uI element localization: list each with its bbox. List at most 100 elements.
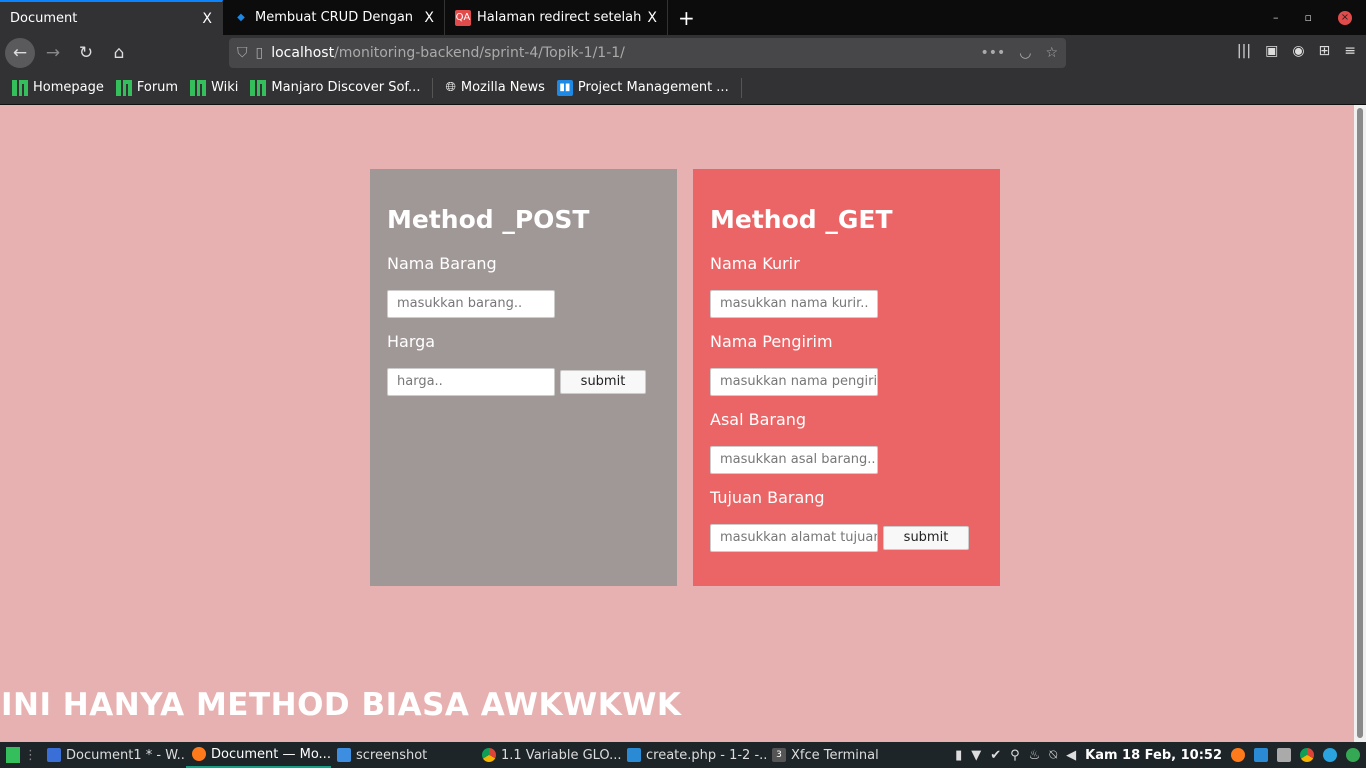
get-form-title: Method _GET bbox=[710, 205, 893, 234]
flame-icon[interactable]: ♨ bbox=[1029, 748, 1041, 763]
nama-barang-input[interactable]: masukkan barang.. bbox=[387, 290, 555, 318]
download-icon[interactable] bbox=[1277, 748, 1291, 762]
nama-pengirim-input[interactable]: masukkan nama pengirim bbox=[710, 368, 878, 396]
task-screenshot[interactable]: screenshot bbox=[331, 742, 476, 768]
star-icon[interactable]: ☆ bbox=[1045, 45, 1058, 61]
bookmark-separator bbox=[432, 77, 434, 98]
app-launcher-icon[interactable] bbox=[1346, 748, 1360, 762]
task-chrome[interactable]: 1.1 Variable GLO... bbox=[476, 742, 621, 768]
close-icon[interactable]: X bbox=[647, 10, 657, 26]
tujuan-barang-label: Tujuan Barang bbox=[710, 488, 825, 507]
manjaro-icon bbox=[190, 79, 207, 96]
more-icon[interactable]: ••• bbox=[980, 45, 1005, 61]
volume-icon[interactable]: ◀ bbox=[1066, 748, 1076, 763]
minimize-icon[interactable]: – bbox=[1273, 11, 1279, 24]
forward-button[interactable]: → bbox=[38, 38, 68, 68]
manjaro-icon bbox=[12, 79, 28, 96]
clip-icon[interactable]: ⚲ bbox=[1010, 748, 1020, 763]
globe-icon: 🌐︎ bbox=[445, 80, 456, 95]
window-controls: – ▫ × bbox=[1273, 0, 1366, 35]
firefox-launcher-icon[interactable] bbox=[1231, 748, 1245, 762]
task-label: Document — Mo... bbox=[211, 746, 331, 762]
close-icon[interactable]: X bbox=[424, 10, 434, 26]
asal-barang-label: Asal Barang bbox=[710, 410, 807, 429]
taskbar: ⋮ Document1 * - W... Document — Mo... sc… bbox=[0, 742, 1366, 768]
code-icon: ◆ bbox=[237, 11, 245, 23]
url-host: localhost bbox=[271, 45, 335, 61]
nav-bar: ← → ↻ ⌂ ⛉ ▯ localhost/monitoring-backend… bbox=[0, 35, 1366, 71]
bookmark-wiki[interactable]: Wiki bbox=[190, 79, 238, 96]
tab-bar: Document X ◆ Membuat CRUD Dengan P X QA Hala… bbox=[0, 0, 1366, 35]
task-label: Xfce Terminal bbox=[791, 747, 879, 763]
bookmark-mozilla-news[interactable]: 🌐︎ Mozilla News bbox=[445, 80, 544, 95]
shield-icon: ⛉ bbox=[237, 45, 248, 61]
extensions-icon[interactable]: ⊞ bbox=[1319, 43, 1331, 59]
harga-input[interactable]: harga.. bbox=[387, 368, 555, 396]
vscode-launcher-icon[interactable] bbox=[1254, 748, 1268, 762]
bookmark-separator bbox=[740, 77, 742, 98]
battery-icon[interactable]: ▮ bbox=[955, 748, 962, 763]
wifi-icon[interactable]: ▼ bbox=[971, 748, 981, 763]
menu-icon[interactable]: ≡ bbox=[1344, 43, 1356, 59]
task-vscode[interactable]: create.php - 1-2 -... bbox=[621, 742, 766, 768]
tujuan-barang-input[interactable]: masukkan alamat tujuan bbox=[710, 524, 878, 552]
back-button[interactable]: ← bbox=[5, 38, 35, 68]
library-icon[interactable]: ||| bbox=[1237, 43, 1251, 59]
notifications-off-icon[interactable]: ⍉ bbox=[1049, 748, 1057, 763]
bookmarks-bar: Homepage Forum Wiki Manjaro Discover Sof… bbox=[0, 71, 1366, 105]
reload-button[interactable]: ↻ bbox=[71, 38, 101, 68]
scrollbar[interactable] bbox=[1354, 105, 1366, 742]
get-submit-button[interactable]: submit bbox=[883, 526, 969, 550]
page-icon: ▯ bbox=[255, 45, 264, 61]
close-window-icon[interactable]: × bbox=[1338, 10, 1352, 25]
nama-kurir-input[interactable]: masukkan nama kurir.. bbox=[710, 290, 878, 318]
task-label: 1.1 Variable GLO... bbox=[501, 747, 621, 763]
close-icon[interactable]: X bbox=[202, 11, 212, 27]
clock[interactable]: Kam 18 Feb, 10:52 bbox=[1085, 748, 1222, 763]
post-form-title: Method _POST bbox=[387, 205, 590, 234]
tab-label: Halaman redirect setelah bbox=[477, 10, 642, 25]
tab-membuat-crud[interactable]: ◆ Membuat CRUD Dengan P X bbox=[223, 0, 445, 35]
task-document1[interactable]: Document1 * - W... bbox=[41, 742, 186, 768]
bookmark-project-management[interactable]: ▮▮ Project Management ... bbox=[556, 79, 729, 96]
manjaro-icon bbox=[250, 79, 267, 96]
scrollbar-thumb[interactable] bbox=[1357, 108, 1363, 738]
footer-heading: INI HANYA METHOD BIASA AWKWKWK bbox=[1, 687, 682, 723]
tab-label: Membuat CRUD Dengan P bbox=[255, 10, 419, 25]
manjaro-menu-icon[interactable] bbox=[6, 747, 20, 763]
qa-icon: QA bbox=[455, 9, 471, 26]
telegram-icon[interactable] bbox=[1323, 748, 1337, 762]
get-form: Method _GET Nama Kurir masukkan nama kur… bbox=[693, 169, 1000, 586]
bookmark-homepage[interactable]: Homepage bbox=[12, 79, 104, 96]
bookmark-label: Forum bbox=[136, 80, 179, 95]
restore-icon[interactable]: ▫ bbox=[1305, 11, 1312, 24]
terminal-icon: 3 bbox=[772, 748, 786, 762]
task-label: screenshot bbox=[356, 747, 428, 763]
nama-barang-label: Nama Barang bbox=[387, 254, 497, 273]
chrome-launcher-icon[interactable] bbox=[1300, 748, 1314, 762]
tab-document[interactable]: Document X bbox=[0, 0, 223, 35]
bookmark-manjaro-discover[interactable]: Manjaro Discover Sof... bbox=[250, 79, 420, 96]
post-form: Method _POST Nama Barang masukkan barang… bbox=[370, 169, 677, 586]
url-bar[interactable]: ⛉ ▯ localhost/monitoring-backend/sprint-… bbox=[229, 38, 1066, 68]
nama-pengirim-label: Nama Pengirim bbox=[710, 332, 833, 351]
task-terminal[interactable]: 3 Xfce Terminal bbox=[766, 742, 911, 768]
home-button[interactable]: ⌂ bbox=[104, 38, 134, 68]
sidebar-icon[interactable]: ▣ bbox=[1265, 43, 1278, 59]
toolbar-right: ||| ▣ ◉ ⊞ ≡ bbox=[1237, 43, 1356, 59]
new-tab-button[interactable]: + bbox=[668, 0, 705, 35]
bookmark-label: Project Management ... bbox=[577, 80, 729, 95]
chrome-icon bbox=[482, 748, 496, 762]
asal-barang-input[interactable]: masukkan asal barang.. bbox=[710, 446, 878, 474]
trello-icon: ▮▮ bbox=[556, 79, 573, 96]
shield-check-icon[interactable]: ✔ bbox=[990, 748, 1001, 763]
tab-halaman-redirect[interactable]: QA Halaman redirect setelah X bbox=[445, 0, 668, 35]
post-submit-button[interactable]: submit bbox=[560, 370, 646, 394]
bookmark-forum[interactable]: Forum bbox=[115, 79, 179, 96]
vscode-icon bbox=[627, 748, 641, 762]
task-firefox-document[interactable]: Document — Mo... bbox=[186, 742, 331, 768]
task-label: create.php - 1-2 -... bbox=[646, 747, 766, 763]
pocket-icon[interactable]: ◡ bbox=[1019, 45, 1031, 61]
system-tray: ▮ ▼ ✔ ⚲ ♨ ⍉ ◀ Kam 18 Feb, 10:52 bbox=[955, 748, 1366, 763]
account-icon[interactable]: ◉ bbox=[1292, 43, 1304, 59]
